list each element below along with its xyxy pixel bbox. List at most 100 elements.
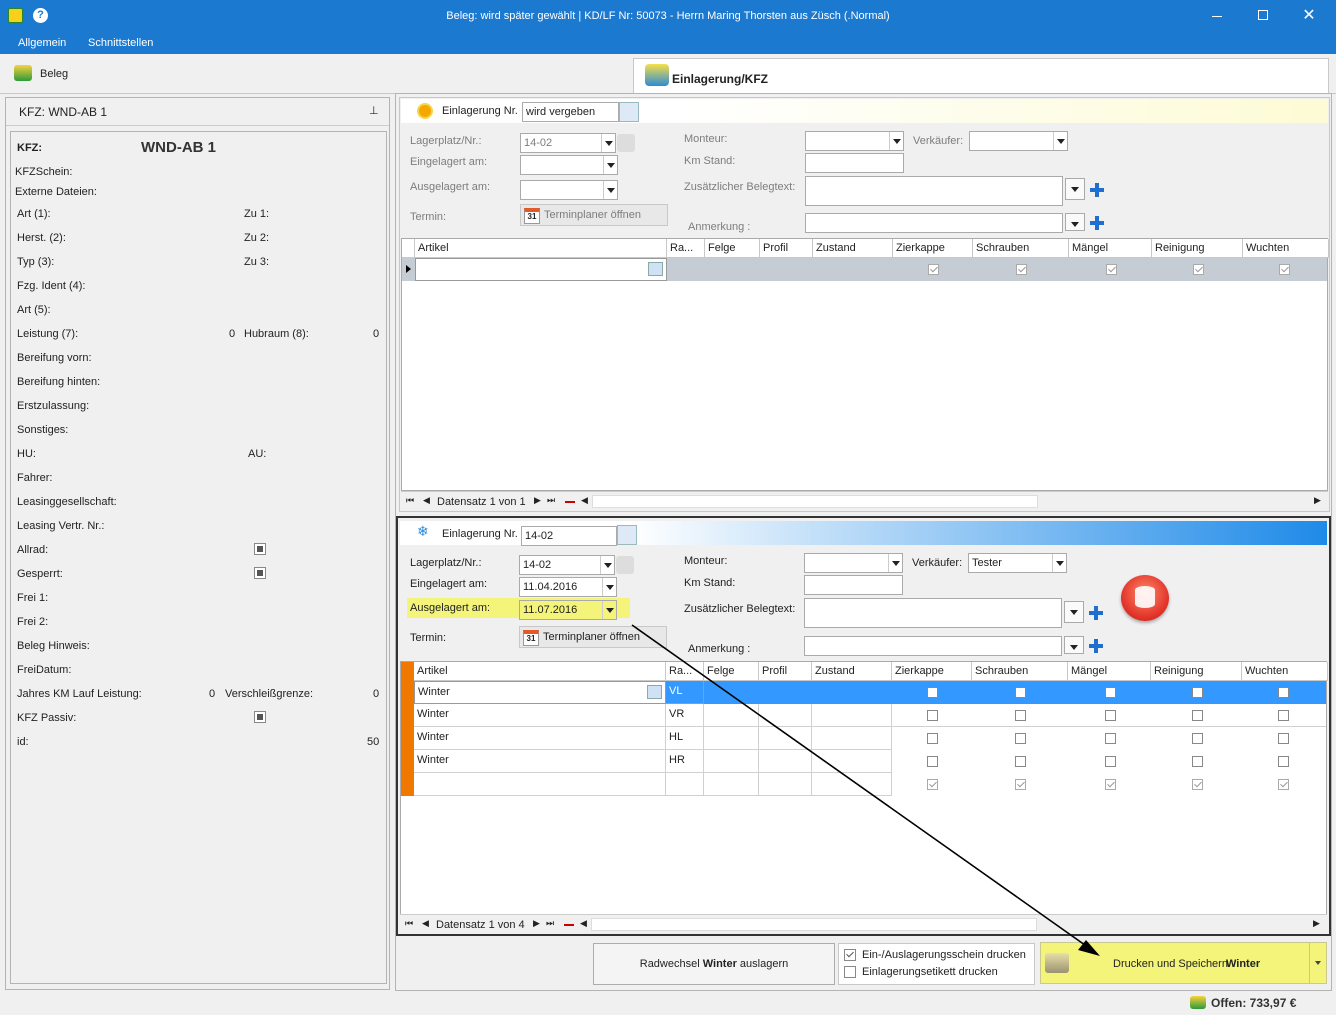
row-zustand-cell[interactable] (812, 727, 892, 750)
table-row[interactable]: Winter HR (414, 750, 1326, 773)
top-new-reinigung-checkbox[interactable] (1193, 264, 1204, 275)
top-new-maengel-checkbox[interactable] (1106, 264, 1117, 275)
bottom-user-lookup-icon[interactable] (617, 525, 637, 545)
new-row-profil-cell[interactable] (759, 773, 812, 796)
new-zierkappe-checkbox[interactable] (927, 779, 938, 790)
scroll-right-icon[interactable]: ▶ (1314, 495, 1321, 506)
close-icon[interactable]: ✕ (1300, 5, 1318, 25)
grid-header-wuchten[interactable]: Wuchten (1243, 239, 1329, 258)
row-rad-cell[interactable]: HR (666, 750, 704, 773)
scroll-left-icon[interactable]: ◀ (580, 918, 587, 929)
row-reinigung-checkbox[interactable] (1192, 710, 1203, 721)
grid-header-schrauben[interactable]: Schrauben (972, 662, 1068, 681)
menu-allgemein[interactable]: Allgemein (18, 37, 66, 49)
top-anmerkung-field[interactable] (805, 213, 1063, 233)
grid-header-rad[interactable]: Ra... (666, 662, 704, 681)
grid-header-zierkappe[interactable]: Zierkappe (893, 239, 973, 258)
row-maengel-checkbox[interactable] (1105, 687, 1116, 698)
grid-header-artikel[interactable]: Artikel (415, 239, 667, 258)
maximize-icon[interactable] (1258, 10, 1268, 20)
grid-header-maengel[interactable]: Mängel (1069, 239, 1152, 258)
auslagerungsschein-checkbox[interactable] (844, 949, 856, 961)
bottom-eingelagert-field[interactable]: 11.04.2016 (519, 577, 617, 597)
grid-header-profil[interactable]: Profil (759, 662, 812, 681)
new-maengel-checkbox[interactable] (1105, 779, 1116, 790)
top-verkaeufer-select[interactable] (969, 131, 1068, 151)
allrad-checkbox[interactable] (254, 543, 266, 555)
row-wuchten-checkbox[interactable] (1278, 710, 1289, 721)
new-row-felge-cell[interactable] (704, 773, 759, 796)
table-row[interactable]: Winter VR (414, 704, 1326, 727)
table-new-row[interactable] (414, 773, 1326, 796)
grid-header-reinigung[interactable]: Reinigung (1152, 239, 1243, 258)
prev-record-icon[interactable]: ◀ (422, 918, 429, 929)
row-schrauben-checkbox[interactable] (1015, 733, 1026, 744)
last-record-icon[interactable]: ⏭ (546, 918, 554, 929)
bottom-belegtext-add-icon[interactable] (1087, 604, 1105, 622)
row-schrauben-checkbox[interactable] (1015, 687, 1026, 698)
row-maengel-checkbox[interactable] (1105, 733, 1116, 744)
next-record-icon[interactable]: ▶ (534, 495, 541, 506)
row-wuchten-checkbox[interactable] (1278, 756, 1289, 767)
top-anmerkung-dropdown[interactable] (1065, 213, 1085, 231)
search-icon[interactable] (648, 262, 663, 276)
drucken-speichern-button[interactable]: Drucken und Speichern Winter (1040, 942, 1327, 984)
row-zierkappe-checkbox[interactable] (927, 733, 938, 744)
first-record-icon[interactable]: ⏮ (405, 918, 413, 929)
bottom-belegtext-dropdown[interactable] (1064, 601, 1084, 623)
table-row[interactable]: Winter HL (414, 727, 1326, 750)
grid-header-schrauben[interactable]: Schrauben (973, 239, 1069, 258)
top-belegtext-dropdown[interactable] (1065, 178, 1085, 200)
grid-header-zustand[interactable]: Zustand (812, 662, 892, 681)
menu-schnittstellen[interactable]: Schnittstellen (88, 37, 153, 49)
row-rad-cell[interactable]: VR (666, 704, 704, 727)
row-profil-cell[interactable] (759, 750, 812, 773)
row-schrauben-checkbox[interactable] (1015, 756, 1026, 767)
row-zierkappe-checkbox[interactable] (927, 710, 938, 721)
top-new-row-artikel-input[interactable] (415, 258, 667, 281)
row-artikel-cell[interactable]: Winter (414, 704, 666, 727)
row-felge-cell[interactable] (704, 750, 759, 773)
row-wuchten-checkbox[interactable] (1278, 687, 1289, 698)
row-artikel-cell[interactable]: Winter (414, 727, 666, 750)
top-lager-icon[interactable] (617, 134, 635, 152)
top-belegtext-add-icon[interactable] (1088, 181, 1106, 199)
bottom-lagerplatz-field[interactable]: 14-02 (519, 555, 615, 575)
row-artikel-cell[interactable]: Winter (414, 681, 666, 704)
row-wuchten-checkbox[interactable] (1278, 733, 1289, 744)
scroll-right-icon[interactable]: ▶ (1313, 918, 1320, 929)
gesperrt-checkbox[interactable] (254, 567, 266, 579)
new-row-artikel-cell[interactable] (414, 773, 666, 796)
minimize-icon[interactable] (1212, 16, 1222, 17)
pin-icon[interactable]: ⊥ (369, 104, 379, 117)
drucken-dropdown-icon[interactable] (1309, 943, 1327, 983)
grid-header-artikel[interactable]: Artikel (414, 662, 666, 681)
bottom-terminplaner-button[interactable]: 31 Terminplaner öffnen (519, 626, 667, 648)
table-row[interactable]: Winter VL (414, 681, 1326, 704)
row-zustand-cell[interactable] (812, 750, 892, 773)
scroll-left-icon[interactable]: ◀ (581, 495, 588, 506)
new-row-zustand-cell[interactable] (812, 773, 892, 796)
row-maengel-checkbox[interactable] (1105, 756, 1116, 767)
row-reinigung-checkbox[interactable] (1192, 756, 1203, 767)
grid-header-felge[interactable]: Felge (704, 662, 759, 681)
row-profil-cell[interactable] (759, 727, 812, 750)
database-icon[interactable] (1121, 575, 1169, 621)
first-record-icon[interactable]: ⏮ (406, 495, 414, 506)
delete-record-icon[interactable] (564, 924, 574, 926)
row-profil-cell[interactable] (759, 704, 812, 727)
row-zierkappe-checkbox[interactable] (927, 756, 938, 767)
row-felge-cell[interactable] (704, 704, 759, 727)
row-reinigung-checkbox[interactable] (1192, 687, 1203, 698)
row-zustand-cell[interactable] (812, 704, 892, 727)
top-monteur-select[interactable] (805, 131, 904, 151)
grid-header-reinigung[interactable]: Reinigung (1151, 662, 1242, 681)
row-rad-cell[interactable]: VL (666, 681, 704, 704)
new-row-rad-cell[interactable] (666, 773, 704, 796)
grid-header-profil[interactable]: Profil (760, 239, 813, 258)
row-zierkappe-checkbox[interactable] (927, 687, 938, 698)
top-new-schrauben-checkbox[interactable] (1016, 264, 1027, 275)
delete-record-icon[interactable] (565, 501, 575, 503)
top-km-field[interactable] (805, 153, 904, 173)
top-new-row[interactable] (402, 258, 1327, 281)
